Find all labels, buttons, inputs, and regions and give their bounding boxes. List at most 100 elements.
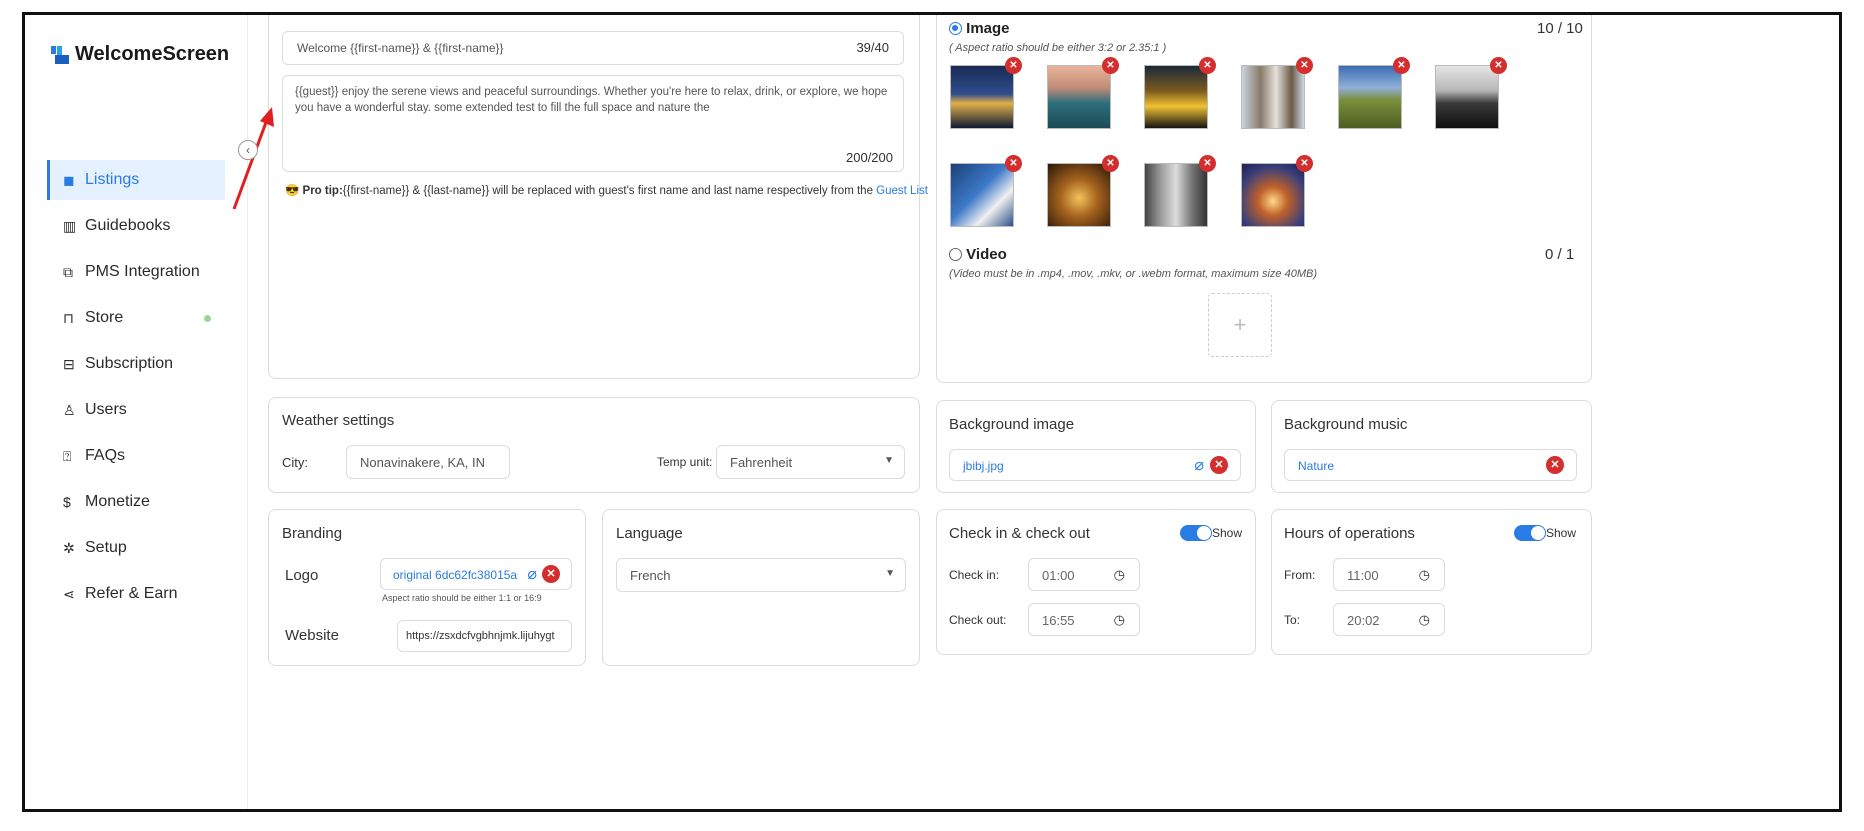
sidebar-item-refer-earn[interactable]: ⋖ Refer & Earn [47,574,225,614]
video-upload-box[interactable]: + [1208,293,1272,357]
checkin-show-toggle[interactable] [1180,525,1212,541]
chevron-down-icon: ▼ [884,455,894,466]
website-input[interactable]: https://zsxdcfvgbhnjmk.lijuhygt [397,620,572,652]
remove-icon[interactable]: ✕ [1546,456,1564,474]
sidebar-item-pms-integration[interactable]: ⧉ PMS Integration [47,252,225,292]
sidebar-item-users[interactable]: ♙ Users [47,390,225,430]
logo-icon [51,45,69,64]
remove-icon[interactable]: ✕ [1199,57,1216,74]
hours-to-value: 20:02 [1347,613,1380,628]
remove-icon[interactable]: ✕ [1393,57,1410,74]
remove-icon[interactable]: ✕ [1102,155,1119,172]
image-option[interactable]: Image [949,20,1010,37]
remove-icon[interactable]: ✕ [1005,155,1022,172]
background-image-input[interactable]: jbibj.jpg ⌀ ✕ [949,449,1241,481]
welcome-body-textarea[interactable]: {{guest}} enjoy the serene views and pea… [282,75,904,172]
sidebar-item-subscription[interactable]: ⊟ Subscription [47,344,225,384]
background-image-value: jbibj.jpg [963,459,1004,473]
sidebar-item-faqs[interactable]: ⍰ FAQs [47,436,225,476]
media-thumbnail[interactable]: ✕ [950,57,1022,129]
remove-icon[interactable]: ✕ [1102,57,1119,74]
background-music-input[interactable]: Nature ✕ [1284,449,1577,481]
welcome-title-input[interactable]: Welcome {{first-name}} & {{first-name}} … [282,31,904,65]
collapse-sidebar-button[interactable]: ‹ [238,140,258,160]
sidebar-item-monetize[interactable]: $ Monetize [47,482,225,522]
media-thumbnail[interactable]: ✕ [1144,155,1216,227]
welcome-title-value: Welcome {{first-name}} & {{first-name}} [297,41,504,55]
checkin-title: Check in & check out [949,525,1090,542]
logo-file-value: original 6dc62fc38015ai [393,568,518,582]
media-thumbnail[interactable]: ✕ [1241,57,1313,129]
checkin-time-input[interactable]: 01:00 ◷ [1028,558,1140,591]
app-window: WelcomeScreen ‹ ◼ Listings ▥ Guidebooks … [22,12,1842,812]
checkout-time-value: 16:55 [1042,613,1075,628]
hours-from-input[interactable]: 11:00 ◷ [1333,558,1445,591]
hours-to-input[interactable]: 20:02 ◷ [1333,603,1445,636]
image-radio[interactable] [949,22,962,35]
video-option[interactable]: Video [949,246,1007,263]
background-image-title: Background image [949,416,1075,433]
sidebar-item-setup[interactable]: ✲ Setup [47,528,225,568]
sidebar: WelcomeScreen ‹ ◼ Listings ▥ Guidebooks … [25,15,258,809]
remove-icon[interactable]: ✕ [1296,57,1313,74]
brand-logo[interactable]: WelcomeScreen [51,43,229,66]
sidebar-item-listings[interactable]: ◼ Listings [47,160,225,200]
video-hint: (Video must be in .mp4, .mov, .mkv, or .… [949,268,1317,280]
sidebar-nav: ◼ Listings ▥ Guidebooks ⧉ PMS Integratio… [47,160,225,620]
remove-icon[interactable]: ✕ [542,565,560,583]
checkin-time-value: 01:00 [1042,568,1075,583]
sidebar-item-label: Listings [85,171,140,188]
media-thumbnail[interactable]: ✕ [1047,57,1119,129]
background-music-title: Background music [1284,416,1408,433]
chevron-down-icon: ▼ [885,568,895,579]
sidebar-item-label: Guidebooks [85,217,171,234]
media-thumbnail[interactable]: ✕ [1144,57,1216,129]
sidebar-item-guidebooks[interactable]: ▥ Guidebooks [47,206,225,246]
pro-tip: 😎 Pro tip:{{first-name}} & {{last-name}}… [285,183,928,197]
media-thumbnail[interactable]: ✕ [1338,57,1410,129]
city-input[interactable]: Nonavinakere, KA, IN [346,445,510,479]
temp-unit-label: Temp unit: [657,455,713,469]
remove-icon[interactable]: ✕ [1199,155,1216,172]
video-count: 0 / 1 [1545,246,1575,263]
language-select[interactable]: French ▼ [616,558,906,592]
video-radio[interactable] [949,248,962,261]
hours-show-toggle[interactable] [1514,525,1546,541]
hours-from-value: 11:00 [1347,568,1379,583]
checkout-label: Check out: [949,613,1007,627]
hours-title: Hours of operations [1284,525,1415,542]
media-thumbnail[interactable]: ✕ [950,155,1022,227]
image-hint: ( Aspect ratio should be either 3:2 or 2… [949,42,1167,54]
logo-input[interactable]: original 6dc62fc38015ai ⌀ ✕ [380,558,572,590]
media-thumbnail[interactable]: ✕ [1435,57,1507,129]
language-title: Language [616,525,683,542]
question-icon: ⍰ [63,447,72,464]
temp-unit-select[interactable]: Fahrenheit ▼ [716,445,905,479]
subscription-icon: ⊟ [63,355,75,372]
attachment-icon[interactable]: ⌀ [1194,455,1204,475]
sidebar-item-store[interactable]: ⊓ Store [47,298,225,338]
checkin-show-label: Show [1212,526,1243,540]
logo-hint: Aspect ratio should be either 1:1 or 16:… [382,593,542,603]
attachment-icon[interactable]: ⌀ [527,564,537,584]
book-icon: ▥ [63,217,77,234]
puzzle-icon: ⧉ [63,263,73,280]
remove-icon[interactable]: ✕ [1490,57,1507,74]
branding-title: Branding [282,525,343,542]
guest-list-link[interactable]: Guest List [876,185,928,197]
status-dot [204,315,211,322]
sidebar-item-label: Monetize [85,493,150,510]
city-label: City: [282,455,308,470]
remove-icon[interactable]: ✕ [1210,456,1228,474]
gear-icon: ✲ [63,539,75,556]
pro-tip-label: Pro tip: [302,185,343,197]
annotation-arrow [232,107,274,210]
sidebar-item-label: Refer & Earn [85,585,178,602]
remove-icon[interactable]: ✕ [1005,57,1022,74]
checkout-time-input[interactable]: 16:55 ◷ [1028,603,1140,636]
media-thumbnail[interactable]: ✕ [1241,155,1313,227]
clock-icon: ◷ [1418,612,1430,627]
media-thumbnail[interactable]: ✕ [1047,155,1119,227]
background-music-value: Nature [1298,459,1335,473]
remove-icon[interactable]: ✕ [1296,155,1313,172]
